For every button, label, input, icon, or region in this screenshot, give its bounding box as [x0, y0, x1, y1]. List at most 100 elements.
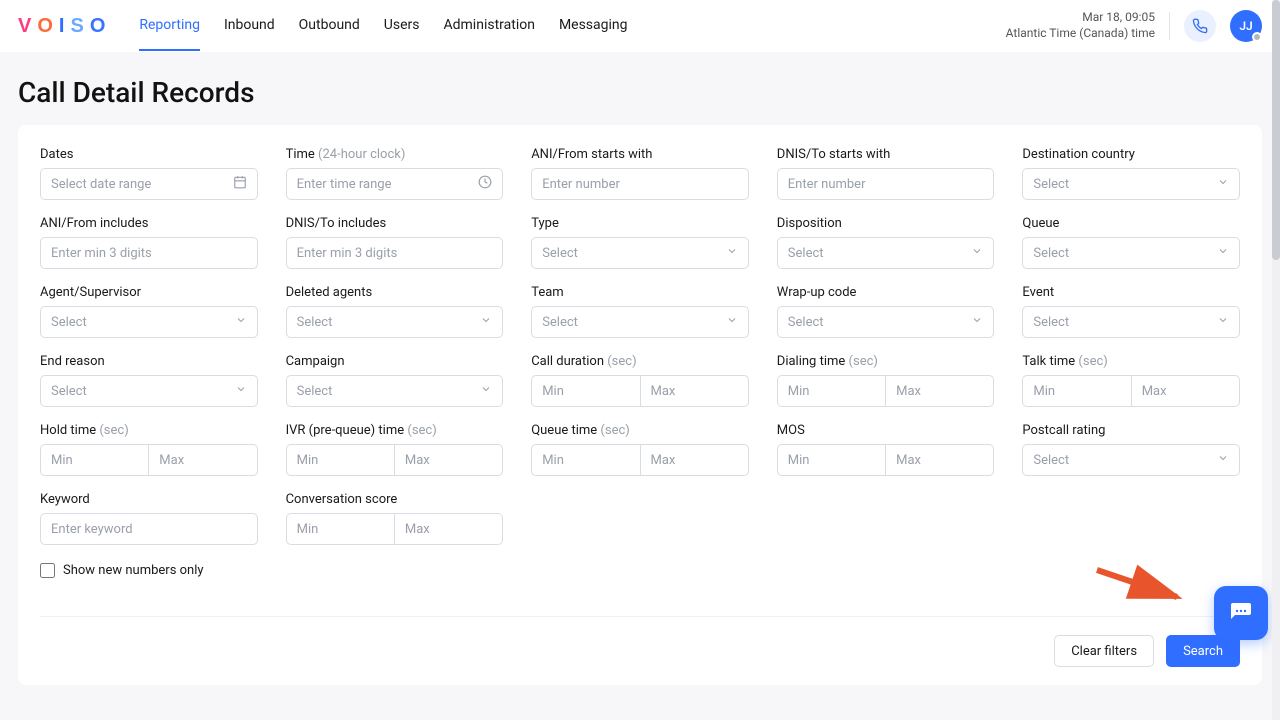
- avatar-initials: JJ: [1239, 19, 1252, 33]
- scrollbar-thumb[interactable]: [1272, 0, 1280, 260]
- input-queue-max[interactable]: Max: [640, 444, 749, 476]
- logo: VOISO: [18, 15, 111, 38]
- select-postcall[interactable]: Select: [1022, 444, 1240, 476]
- field-call-duration: Call duration (sec) Min Max: [531, 354, 749, 407]
- filter-card: Dates Select date range Time (24-hour cl…: [18, 125, 1262, 685]
- field-talk-time: Talk time (sec) Min Max: [1022, 354, 1240, 407]
- nav-outbound[interactable]: Outbound: [299, 1, 360, 51]
- select-queue[interactable]: Select: [1022, 237, 1240, 269]
- select-deleted-agents[interactable]: Select: [286, 306, 504, 338]
- input-keyword[interactable]: Enter keyword: [40, 513, 258, 545]
- field-team: Team Select: [531, 285, 749, 338]
- field-dialing-time: Dialing time (sec) Min Max: [777, 354, 995, 407]
- field-mos: MOS Min Max: [777, 423, 995, 476]
- field-ani-includes: ANI/From includes Enter min 3 digits: [40, 216, 258, 269]
- divider: [1169, 12, 1170, 40]
- field-hold-time: Hold time (sec) Min Max: [40, 423, 258, 476]
- select-end-reason[interactable]: Select: [40, 375, 258, 407]
- phone-icon[interactable]: [1184, 10, 1216, 42]
- field-conv-score: Conversation score Min Max: [286, 492, 504, 545]
- input-dialing-min[interactable]: Min: [777, 375, 885, 407]
- avatar[interactable]: JJ: [1230, 10, 1262, 42]
- input-hold-min[interactable]: Min: [40, 444, 148, 476]
- input-conv-max[interactable]: Max: [394, 513, 503, 545]
- select-campaign[interactable]: Select: [286, 375, 504, 407]
- input-call-duration-max[interactable]: Max: [640, 375, 749, 407]
- chat-fab[interactable]: [1214, 586, 1268, 640]
- chevron-down-icon: [726, 245, 738, 261]
- input-ani-starts[interactable]: Enter number: [531, 168, 749, 200]
- field-type: Type Select: [531, 216, 749, 269]
- scrollbar[interactable]: [1272, 0, 1280, 720]
- field-campaign: Campaign Select: [286, 354, 504, 407]
- field-postcall: Postcall rating Select: [1022, 423, 1240, 476]
- input-dates[interactable]: Select date range: [40, 168, 258, 200]
- field-ivr-time: IVR (pre-queue) time (sec) Min Max: [286, 423, 504, 476]
- field-queue-time: Queue time (sec) Min Max: [531, 423, 749, 476]
- select-event[interactable]: Select: [1022, 306, 1240, 338]
- nav-users[interactable]: Users: [384, 1, 420, 51]
- field-ani-starts: ANI/From starts with Enter number: [531, 147, 749, 200]
- input-queue-min[interactable]: Min: [531, 444, 639, 476]
- label-ani-starts: ANI/From starts with: [531, 147, 749, 162]
- nav-reporting[interactable]: Reporting: [139, 1, 200, 51]
- input-talk-max[interactable]: Max: [1131, 375, 1240, 407]
- label-time: Time (24-hour clock): [286, 147, 504, 162]
- field-time: Time (24-hour clock) Enter time range: [286, 147, 504, 200]
- input-conv-min[interactable]: Min: [286, 513, 394, 545]
- status-dot: [1252, 32, 1262, 42]
- field-agent: Agent/Supervisor Select: [40, 285, 258, 338]
- field-deleted-agents: Deleted agents Select: [286, 285, 504, 338]
- field-wrapup: Wrap-up code Select: [777, 285, 995, 338]
- label-dates: Dates: [40, 147, 258, 162]
- chevron-down-icon: [1217, 314, 1229, 330]
- chevron-down-icon: [480, 314, 492, 330]
- checkbox-label: Show new numbers only: [63, 563, 204, 578]
- input-time[interactable]: Enter time range: [286, 168, 504, 200]
- select-type[interactable]: Select: [531, 237, 749, 269]
- input-mos-min[interactable]: Min: [777, 444, 885, 476]
- calendar-icon: [233, 175, 247, 193]
- input-dnis-includes[interactable]: Enter min 3 digits: [286, 237, 504, 269]
- chevron-down-icon: [1217, 176, 1229, 192]
- select-team[interactable]: Select: [531, 306, 749, 338]
- label-dest-country: Destination country: [1022, 147, 1240, 162]
- input-dnis-starts[interactable]: Enter number: [777, 168, 995, 200]
- nav-administration[interactable]: Administration: [444, 1, 535, 51]
- field-queue: Queue Select: [1022, 216, 1240, 269]
- select-wrapup[interactable]: Select: [777, 306, 995, 338]
- chevron-down-icon: [726, 314, 738, 330]
- actions: Clear filters Search: [40, 616, 1240, 667]
- page-title: Call Detail Records: [0, 52, 1280, 125]
- field-end-reason: End reason Select: [40, 354, 258, 407]
- top-nav: VOISO Reporting Inbound Outbound Users A…: [0, 0, 1280, 52]
- input-talk-min[interactable]: Min: [1022, 375, 1130, 407]
- select-dest-country[interactable]: Select: [1022, 168, 1240, 200]
- input-hold-max[interactable]: Max: [148, 444, 257, 476]
- input-ani-includes[interactable]: Enter min 3 digits: [40, 237, 258, 269]
- clear-filters-button[interactable]: Clear filters: [1054, 635, 1154, 667]
- clock-icon: [478, 175, 492, 193]
- select-disposition[interactable]: Select: [777, 237, 995, 269]
- input-ivr-min[interactable]: Min: [286, 444, 394, 476]
- chevron-down-icon: [235, 314, 247, 330]
- field-dnis-includes: DNIS/To includes Enter min 3 digits: [286, 216, 504, 269]
- chevron-down-icon: [971, 245, 983, 261]
- clock-datetime: Mar 18, 09:05: [1006, 10, 1155, 26]
- field-keyword: Keyword Enter keyword: [40, 492, 258, 545]
- chevron-down-icon: [1217, 452, 1229, 468]
- chevron-down-icon: [1217, 245, 1229, 261]
- input-call-duration-min[interactable]: Min: [531, 375, 639, 407]
- chevron-down-icon: [480, 383, 492, 399]
- input-dialing-max[interactable]: Max: [885, 375, 994, 407]
- checkbox-row: Show new numbers only: [40, 563, 1240, 578]
- input-ivr-max[interactable]: Max: [394, 444, 503, 476]
- input-mos-max[interactable]: Max: [885, 444, 994, 476]
- show-new-numbers-checkbox[interactable]: [40, 563, 55, 578]
- field-disposition: Disposition Select: [777, 216, 995, 269]
- field-dest-country: Destination country Select: [1022, 147, 1240, 200]
- nav-inbound[interactable]: Inbound: [224, 1, 275, 51]
- select-agent[interactable]: Select: [40, 306, 258, 338]
- nav-messaging[interactable]: Messaging: [559, 1, 628, 51]
- nav-links: Reporting Inbound Outbound Users Adminis…: [139, 1, 627, 51]
